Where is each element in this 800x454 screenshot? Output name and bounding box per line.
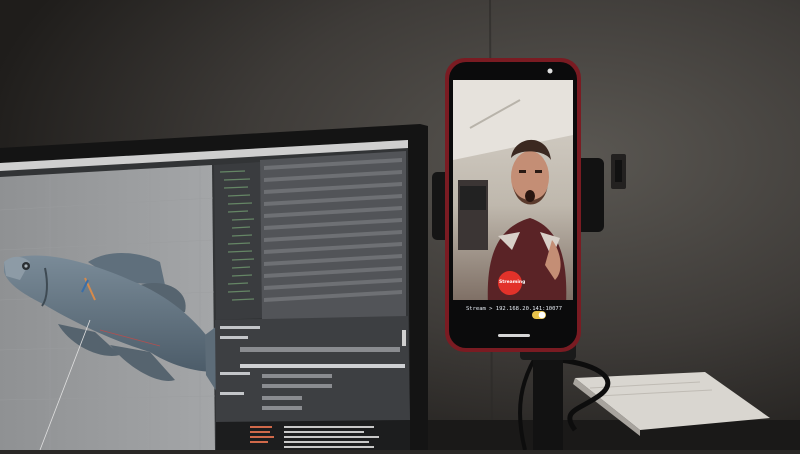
stream-address-text: Stream > 192.168.20.141:10077 [466, 306, 562, 312]
monitor [0, 124, 428, 451]
desk-surface [410, 420, 800, 450]
record-button-label: Streaming [499, 280, 526, 285]
scene-svg [0, 0, 800, 451]
property-panel [215, 316, 410, 422]
outliner-panel [214, 162, 262, 320]
console-panel [216, 420, 410, 450]
photo-scene: Streaming Stream > 192.168.20.141:10077 [0, 0, 800, 451]
